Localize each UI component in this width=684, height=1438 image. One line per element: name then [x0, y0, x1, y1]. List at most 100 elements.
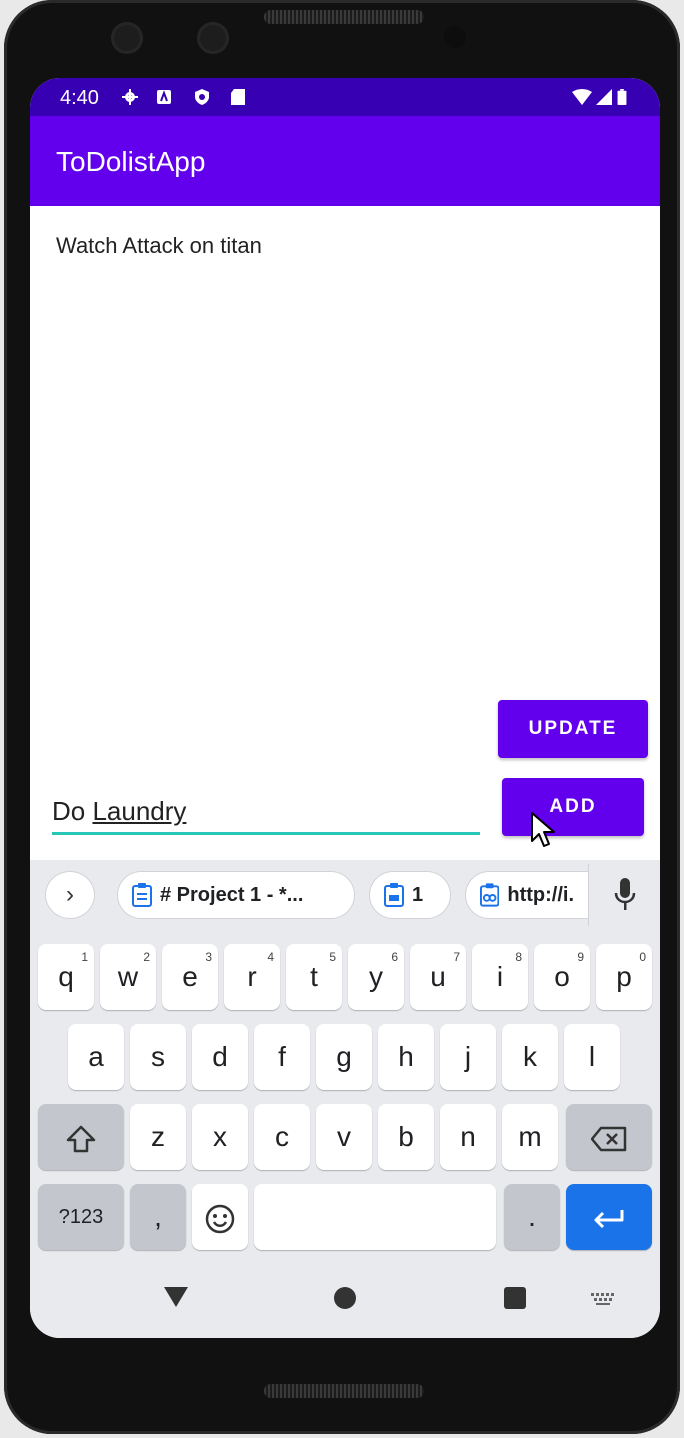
key-o[interactable]: o9	[534, 944, 590, 1010]
symbols-key[interactable]: ?123	[38, 1184, 124, 1250]
key-label: w	[117, 961, 139, 992]
key-k[interactable]: k	[502, 1024, 558, 1090]
suggestion-text: http://i.	[507, 883, 574, 906]
key-w[interactable]: w2	[100, 944, 156, 1010]
key-v[interactable]: v	[316, 1104, 372, 1170]
task-input-field[interactable]: Do Laundry	[52, 790, 480, 835]
key-label: t	[310, 961, 318, 992]
wifi-icon	[572, 89, 592, 105]
screen: 4:40 ToDolistApp Watch Attack on titan U…	[30, 78, 660, 1338]
enter-key[interactable]	[566, 1184, 652, 1250]
notification-icon	[157, 90, 171, 104]
proximity-sensor	[444, 26, 466, 48]
suggestion-text: 1	[412, 883, 424, 906]
gear-icon	[122, 89, 138, 105]
key-c[interactable]: c	[254, 1104, 310, 1170]
app-bar: ToDolistApp	[30, 116, 660, 206]
key-m[interactable]: m	[502, 1104, 558, 1170]
clipboard-icon	[132, 883, 152, 907]
suggestion-text: # Project 1 - *...	[160, 883, 304, 906]
key-y[interactable]: y6	[348, 944, 404, 1010]
emoji-key[interactable]	[192, 1184, 248, 1250]
space-key[interactable]	[254, 1184, 496, 1250]
microphone-icon[interactable]	[614, 878, 636, 912]
key-number-hint: 0	[639, 950, 646, 964]
enter-arrow-icon	[594, 1209, 624, 1228]
key-number-hint: 2	[143, 950, 150, 964]
task-input-prefix: Do	[52, 796, 93, 826]
clipboard-suggestion-3[interactable]: http://i.	[466, 872, 588, 918]
front-camera	[111, 22, 143, 54]
key-i[interactable]: i8	[472, 944, 528, 1010]
key-label: r	[247, 961, 257, 992]
shift-arrow-icon	[66, 1125, 96, 1152]
key-label: o	[554, 961, 570, 992]
task-input-composing-word: Laundry	[92, 796, 187, 826]
key-number-hint: 8	[515, 950, 522, 964]
key-g[interactable]: g	[316, 1024, 372, 1090]
key-label: y	[369, 961, 383, 992]
key-label: e	[182, 961, 198, 992]
clipboard-link-icon	[480, 883, 500, 907]
key-j[interactable]: j	[440, 1024, 496, 1090]
shield-icon	[195, 89, 209, 105]
front-sensor	[197, 22, 229, 54]
update-button[interactable]: UPDATE	[498, 700, 648, 758]
key-b[interactable]: b	[378, 1104, 434, 1170]
app-title: ToDolistApp	[56, 146, 206, 177]
toolbar-divider	[588, 864, 589, 926]
navigation-bar	[30, 1280, 660, 1338]
earpiece-speaker	[264, 10, 424, 24]
comma-key[interactable]: ,	[130, 1184, 186, 1250]
bottom-speaker	[264, 1384, 424, 1398]
key-number-hint: 6	[391, 950, 398, 964]
clipboard-suggestion-1[interactable]: # Project 1 - *...	[118, 872, 354, 918]
key-label: i	[496, 961, 504, 992]
emoji-icon	[205, 1204, 235, 1233]
key-e[interactable]: e3	[162, 944, 218, 1010]
key-s[interactable]: s	[130, 1024, 186, 1090]
key-number-hint: 4	[267, 950, 274, 964]
status-time: 4:40	[60, 87, 99, 109]
key-h[interactable]: h	[378, 1024, 434, 1090]
keyboard-switch-icon[interactable]	[590, 1292, 616, 1306]
key-n[interactable]: n	[440, 1104, 496, 1170]
status-bar: 4:40	[30, 78, 660, 116]
key-p[interactable]: p0	[596, 944, 652, 1010]
back-triangle-icon[interactable]	[163, 1286, 189, 1308]
key-x[interactable]: x	[192, 1104, 248, 1170]
backspace-key[interactable]	[566, 1104, 652, 1170]
todo-list-item[interactable]: Watch Attack on titan	[56, 233, 262, 259]
key-d[interactable]: d	[192, 1024, 248, 1090]
key-f[interactable]: f	[254, 1024, 310, 1090]
key-r[interactable]: r4	[224, 944, 280, 1010]
shift-key[interactable]	[38, 1104, 124, 1170]
add-button[interactable]: ADD	[502, 778, 644, 836]
clipboard-suggestion-2[interactable]: 1	[370, 872, 450, 918]
home-circle-icon[interactable]	[333, 1286, 357, 1310]
key-l[interactable]: l	[564, 1024, 620, 1090]
mouse-cursor-icon	[531, 812, 555, 847]
backspace-icon	[590, 1126, 627, 1151]
key-number-hint: 5	[329, 950, 336, 964]
key-label: u	[430, 961, 446, 992]
recents-square-icon[interactable]	[503, 1286, 527, 1310]
period-key[interactable]: .	[504, 1184, 560, 1250]
key-q[interactable]: q1	[38, 944, 94, 1010]
key-u[interactable]: u7	[410, 944, 466, 1010]
key-number-hint: 9	[577, 950, 584, 964]
key-number-hint: 1	[81, 950, 88, 964]
signal-icon	[596, 89, 612, 105]
key-t[interactable]: t5	[286, 944, 342, 1010]
key-a[interactable]: a	[68, 1024, 124, 1090]
battery-icon	[617, 89, 627, 105]
key-z[interactable]: z	[130, 1104, 186, 1170]
key-number-hint: 3	[205, 950, 212, 964]
expand-toolbar-chevron-icon[interactable]: ›	[46, 872, 94, 918]
clipboard-numbers-icon	[384, 883, 404, 907]
key-label: p	[616, 961, 632, 992]
key-number-hint: 7	[453, 950, 460, 964]
key-label: q	[58, 961, 74, 992]
phone-frame: 4:40 ToDolistApp Watch Attack on titan U…	[4, 0, 680, 1434]
sd-card-icon	[231, 89, 245, 105]
